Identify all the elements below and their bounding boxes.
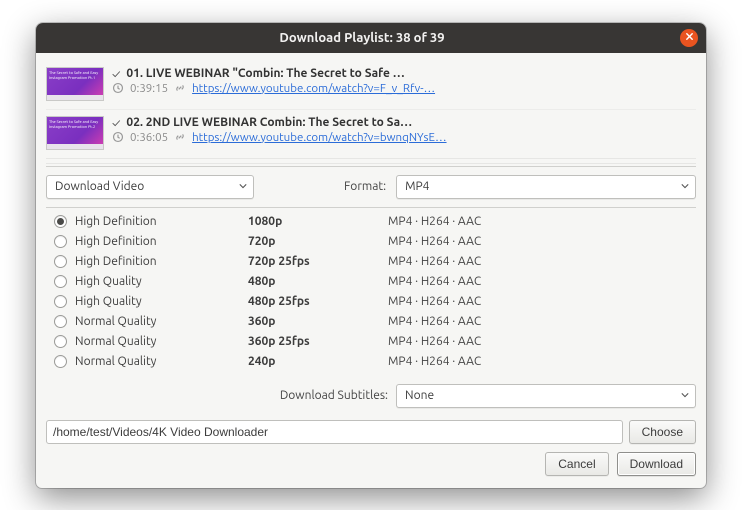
- chevron-down-icon: [231, 180, 247, 193]
- save-path-row: Choose: [46, 418, 696, 452]
- choose-path-button[interactable]: Choose: [629, 420, 696, 444]
- quality-codec: MP4 · H264 · AAC: [388, 235, 694, 248]
- chevron-down-icon: [673, 180, 689, 193]
- playlist-item-meta: ✓ 01. LIVE WEBINAR "Combin: The Secret t…: [112, 67, 696, 95]
- video-thumbnail: The Secret to Safe and Easy Instagram Pr…: [46, 67, 104, 101]
- radio-button[interactable]: [54, 235, 67, 248]
- subtitles-select[interactable]: None: [396, 384, 696, 408]
- playlist-item-url[interactable]: https://www.youtube.com/watch?v=F_v_Rfv-…: [192, 82, 435, 95]
- quality-resolution: 360p: [248, 315, 388, 328]
- playlist-item-duration: 0:39:15: [130, 82, 168, 95]
- quality-codec: MP4 · H264 · AAC: [388, 355, 694, 368]
- radio-button[interactable]: [54, 295, 67, 308]
- quality-codec: MP4 · H264 · AAC: [388, 275, 694, 288]
- radio-button[interactable]: [54, 355, 67, 368]
- playlist-list: The Secret to Safe and Easy Instagram Pr…: [46, 61, 696, 167]
- quality-codec: MP4 · H264 · AAC: [388, 255, 694, 268]
- quality-row[interactable]: High Quality 480p 25fps MP4 · H264 · AAC: [48, 292, 694, 312]
- clock-icon: [112, 82, 124, 94]
- quality-codec: MP4 · H264 · AAC: [388, 215, 694, 228]
- quality-label: High Quality: [75, 295, 142, 308]
- subtitles-label: Download Subtitles:: [280, 389, 388, 402]
- quality-resolution: 360p 25fps: [248, 335, 388, 348]
- dialog-window: Download Playlist: 38 of 39 The Secret t…: [36, 23, 706, 488]
- chevron-down-icon: [673, 389, 689, 402]
- quality-label: High Definition: [75, 235, 157, 248]
- video-thumbnail: The Secret to Safe and Easy Instagram Pr…: [46, 116, 104, 150]
- check-icon: ✓: [112, 117, 120, 130]
- link-icon: [174, 131, 186, 143]
- download-button[interactable]: Download: [617, 452, 696, 476]
- close-button[interactable]: [680, 29, 698, 47]
- playlist-item[interactable]: The Secret to Safe and Easy Instagram Pr…: [46, 109, 696, 158]
- playlist-item-partial: [46, 158, 696, 164]
- link-icon: [174, 82, 186, 94]
- action-select-value: Download Video: [55, 180, 144, 193]
- window-title: Download Playlist: 38 of 39: [44, 31, 680, 45]
- quality-resolution: 480p 25fps: [248, 295, 388, 308]
- clock-icon: [112, 131, 124, 143]
- quality-label: High Definition: [75, 215, 157, 228]
- titlebar[interactable]: Download Playlist: 38 of 39: [36, 23, 706, 53]
- format-label: Format:: [344, 180, 386, 193]
- quality-row[interactable]: Normal Quality 360p MP4 · H264 · AAC: [48, 312, 694, 332]
- quality-resolution: 480p: [248, 275, 388, 288]
- playlist-item-title: 02. 2ND LIVE WEBINAR Combin: The Secret …: [126, 116, 412, 129]
- quality-row[interactable]: High Definition 720p MP4 · H264 · AAC: [48, 232, 694, 252]
- quality-label: High Quality: [75, 275, 142, 288]
- cancel-button[interactable]: Cancel: [545, 452, 608, 476]
- quality-resolution: 240p: [248, 355, 388, 368]
- quality-label: High Definition: [75, 255, 157, 268]
- quality-label: Normal Quality: [75, 355, 156, 368]
- radio-button[interactable]: [54, 255, 67, 268]
- format-select-value: MP4: [405, 180, 429, 193]
- quality-resolution: 1080p: [248, 215, 388, 228]
- subtitles-select-value: None: [405, 389, 434, 402]
- quality-codec: MP4 · H264 · AAC: [388, 295, 694, 308]
- playlist-item-title: 01. LIVE WEBINAR "Combin: The Secret to …: [126, 67, 404, 80]
- dialog-content: The Secret to Safe and Easy Instagram Pr…: [36, 53, 706, 488]
- save-path-input[interactable]: [46, 420, 623, 444]
- quality-row[interactable]: High Definition 1080p MP4 · H264 · AAC: [48, 212, 694, 232]
- quality-row[interactable]: Normal Quality 240p MP4 · H264 · AAC: [48, 352, 694, 372]
- check-icon: ✓: [112, 68, 120, 81]
- quality-resolution: 720p: [248, 235, 388, 248]
- playlist-item-url[interactable]: https://www.youtube.com/watch?v=bwnqNYsE…: [192, 131, 446, 144]
- dialog-footer: Cancel Download: [46, 452, 696, 476]
- quality-row[interactable]: High Definition 720p 25fps MP4 · H264 · …: [48, 252, 694, 272]
- action-format-row: Download Video Format: MP4: [46, 171, 696, 203]
- quality-codec: MP4 · H264 · AAC: [388, 335, 694, 348]
- playlist-item-duration: 0:36:05: [130, 131, 168, 144]
- quality-label: Normal Quality: [75, 335, 156, 348]
- radio-button[interactable]: [54, 275, 67, 288]
- quality-label: Normal Quality: [75, 315, 156, 328]
- close-icon: [685, 32, 694, 44]
- action-select[interactable]: Download Video: [46, 175, 254, 199]
- radio-button[interactable]: [54, 315, 67, 328]
- playlist-item-meta: ✓ 02. 2ND LIVE WEBINAR Combin: The Secre…: [112, 116, 696, 144]
- quality-row[interactable]: High Quality 480p MP4 · H264 · AAC: [48, 272, 694, 292]
- format-select[interactable]: MP4: [396, 175, 696, 199]
- separator: [46, 207, 696, 208]
- playlist-item[interactable]: The Secret to Safe and Easy Instagram Pr…: [46, 61, 696, 109]
- quality-row[interactable]: Normal Quality 360p 25fps MP4 · H264 · A…: [48, 332, 694, 352]
- quality-table: High Definition 1080p MP4 · H264 · AAC H…: [46, 210, 696, 378]
- radio-button[interactable]: [54, 215, 67, 228]
- subtitles-row: Download Subtitles: None: [46, 378, 696, 418]
- radio-button[interactable]: [54, 335, 67, 348]
- quality-codec: MP4 · H264 · AAC: [388, 315, 694, 328]
- quality-resolution: 720p 25fps: [248, 255, 388, 268]
